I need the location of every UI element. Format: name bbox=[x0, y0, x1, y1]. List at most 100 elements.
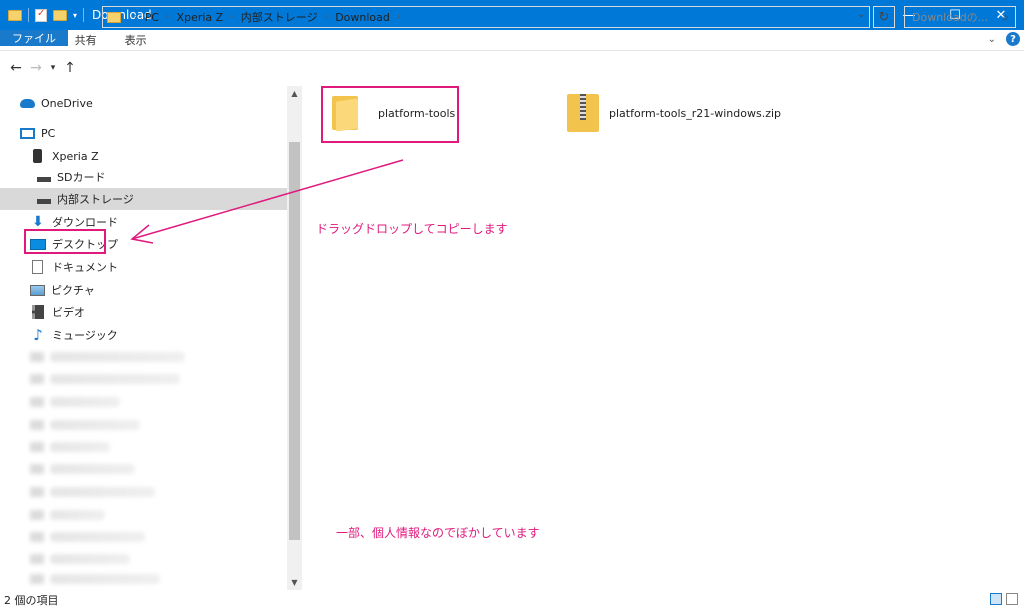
blurred-item-icon bbox=[30, 532, 44, 542]
blurred-item-icon bbox=[30, 397, 44, 407]
blurred-item-icon bbox=[30, 464, 44, 474]
sidebar-item-xperia-z[interactable]: Xperia Z bbox=[30, 145, 286, 167]
breadcrumb-download[interactable]: Download bbox=[335, 11, 390, 24]
phone-icon bbox=[33, 149, 42, 163]
file-name: platform-tools_r21-windows.zip bbox=[609, 106, 782, 120]
tab-file[interactable]: ファイル bbox=[0, 30, 68, 46]
refresh-icon: ↻ bbox=[878, 9, 890, 25]
sidebar-item-sd-card[interactable]: SDカード bbox=[37, 166, 286, 188]
sidebar-item-music[interactable]: ♪ ミュージック bbox=[30, 324, 286, 346]
blurred-item bbox=[50, 374, 180, 384]
large-icons-view-icon[interactable] bbox=[1006, 593, 1018, 605]
breadcrumb-pc[interactable]: PC bbox=[145, 11, 159, 24]
sidebar-item-label: ビデオ bbox=[52, 306, 85, 319]
blurred-item-icon bbox=[30, 442, 44, 452]
breadcrumb: › PC › Xperia Z › 内部ストレージ › Download › bbox=[127, 9, 407, 25]
zip-file-icon bbox=[567, 94, 599, 132]
navigation-pane: OneDrive PC Xperia Z SDカード 内部ストレージ ⬇ ダウン… bbox=[0, 86, 302, 590]
ribbon-right: ⌄ ? bbox=[988, 32, 1020, 46]
sidebar-item-label: ミュージック bbox=[52, 329, 118, 342]
blurred-item bbox=[50, 574, 160, 584]
search-placeholder: Downloadの... bbox=[912, 11, 989, 24]
item-count: 2 個の項目 bbox=[4, 593, 59, 607]
blurred-item bbox=[50, 487, 155, 497]
quick-access-toolbar: ▾ bbox=[0, 0, 85, 30]
pc-icon bbox=[20, 127, 35, 139]
sidebar-item-label: ダウンロード bbox=[52, 216, 118, 229]
download-icon: ⬇ bbox=[32, 214, 44, 230]
up-arrow-icon[interactable]: ↑ bbox=[60, 60, 80, 76]
forward-arrow-icon[interactable]: → bbox=[26, 60, 46, 76]
blur-note-annotation: 一部、個人情報なのでぼかしています bbox=[336, 526, 540, 540]
sidebar-item-label: Xperia Z bbox=[52, 149, 99, 163]
scroll-down-icon[interactable]: ▼ bbox=[287, 575, 302, 590]
refresh-button[interactable]: ↻ bbox=[873, 6, 895, 28]
view-toggle bbox=[990, 593, 1018, 605]
divider bbox=[83, 8, 85, 22]
chevron-right-icon[interactable]: › bbox=[230, 12, 234, 22]
address-dropdown-icon[interactable]: ⌄ bbox=[857, 10, 865, 20]
blurred-item bbox=[50, 532, 145, 542]
address-bar[interactable]: › PC › Xperia Z › 内部ストレージ › Download › ⌄ bbox=[102, 6, 870, 28]
music-icon: ♪ bbox=[33, 326, 43, 344]
chevron-right-icon[interactable]: › bbox=[166, 12, 170, 22]
help-icon[interactable]: ? bbox=[1006, 32, 1020, 46]
details-view-icon[interactable] bbox=[990, 593, 1002, 605]
sidebar-item-label: ピクチャ bbox=[51, 284, 95, 297]
blurred-item-icon bbox=[30, 574, 44, 584]
navigation-bar: ← → ▾ ↑ bbox=[0, 52, 1024, 84]
ribbon-tabs: ファイル ホーム 共有 表示 ⌄ ? bbox=[0, 30, 1024, 51]
sidebar-item-videos[interactable]: ビデオ bbox=[30, 301, 286, 323]
sidebar-item-label: ドキュメント bbox=[52, 261, 118, 274]
blurred-item bbox=[50, 397, 120, 407]
onedrive-icon bbox=[20, 98, 35, 108]
sidebar-item-internal-storage[interactable]: 内部ストレージ bbox=[0, 188, 287, 210]
chevron-right-icon[interactable]: › bbox=[134, 12, 138, 22]
file-item-zip[interactable]: platform-tools_r21-windows.zip bbox=[567, 94, 781, 132]
drive-icon bbox=[37, 198, 51, 204]
new-folder-icon[interactable] bbox=[53, 9, 67, 21]
desktop-highlight-box bbox=[24, 229, 106, 254]
search-icon: ⌕ bbox=[1002, 10, 1009, 24]
sidebar-item-label: PC bbox=[41, 126, 56, 140]
scroll-up-icon[interactable]: ▲ bbox=[287, 86, 302, 101]
blurred-item-icon bbox=[30, 374, 44, 384]
blurred-item-icon bbox=[30, 352, 44, 362]
blurred-item-icon bbox=[30, 510, 44, 520]
recent-locations-chevron-icon[interactable]: ▾ bbox=[46, 63, 60, 73]
blurred-item bbox=[50, 554, 130, 564]
sidebar-item-label: 内部ストレージ bbox=[57, 193, 134, 206]
drive-icon bbox=[37, 176, 51, 182]
back-arrow-icon[interactable]: ← bbox=[6, 60, 26, 76]
scrollbar-thumb[interactable] bbox=[289, 142, 300, 540]
nav-scrollbar[interactable]: ▲ ▼ bbox=[287, 86, 302, 590]
drag-drop-annotation: ドラッグドロップしてコピーします bbox=[316, 222, 508, 236]
folder-icon bbox=[107, 11, 121, 23]
tab-view[interactable]: 表示 bbox=[111, 30, 161, 50]
blurred-item-icon bbox=[30, 554, 44, 564]
sidebar-item-pc[interactable]: PC bbox=[20, 122, 286, 144]
blurred-item-icon bbox=[30, 420, 44, 430]
document-icon bbox=[32, 260, 43, 274]
tab-share[interactable]: 共有 bbox=[61, 30, 111, 50]
video-icon bbox=[32, 305, 44, 319]
pictures-icon bbox=[30, 284, 45, 296]
sidebar-item-label: SDカード bbox=[57, 171, 106, 184]
chevron-right-icon[interactable]: › bbox=[325, 12, 329, 22]
sidebar-item-documents[interactable]: ドキュメント bbox=[30, 256, 286, 278]
expand-ribbon-chevron-icon[interactable]: ⌄ bbox=[988, 34, 996, 45]
chevron-right-icon[interactable]: › bbox=[397, 12, 401, 22]
blurred-item-icon bbox=[30, 487, 44, 497]
breadcrumb-xperia[interactable]: Xperia Z bbox=[177, 11, 224, 24]
sidebar-item-onedrive[interactable]: OneDrive bbox=[20, 92, 286, 114]
blurred-item bbox=[50, 442, 110, 452]
search-input[interactable]: Downloadの... ⌕ bbox=[904, 6, 1016, 28]
properties-icon[interactable] bbox=[35, 8, 47, 22]
breadcrumb-internal-storage[interactable]: 内部ストレージ bbox=[241, 9, 318, 25]
customize-toolbar-icon[interactable]: ▾ bbox=[73, 11, 77, 20]
divider bbox=[28, 8, 29, 22]
folder-icon bbox=[8, 9, 22, 21]
folder-highlight-box bbox=[321, 86, 459, 143]
sidebar-item-pictures[interactable]: ピクチャ bbox=[30, 279, 286, 301]
blurred-item bbox=[50, 510, 105, 520]
